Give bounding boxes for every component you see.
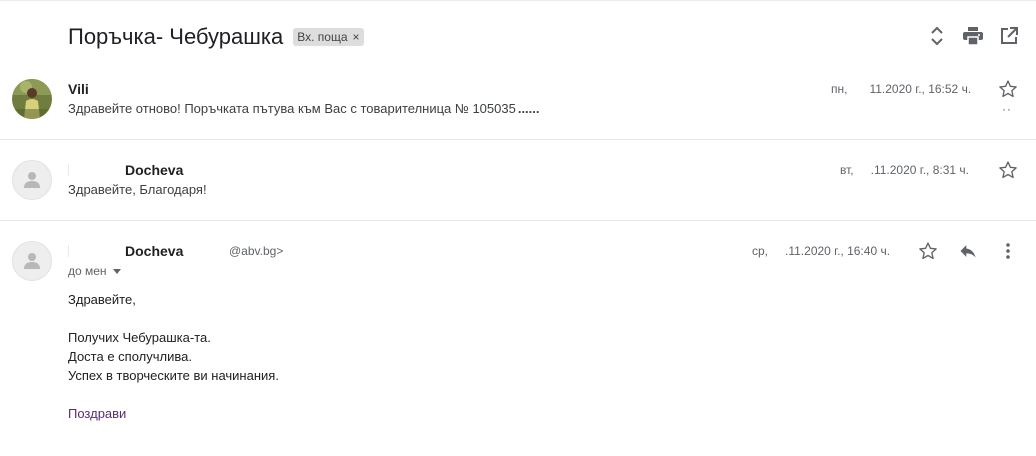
message-datetime: .11.2020 г., 16:40 ч. [785,244,891,258]
to-me-label: до мен [68,264,107,278]
body-spacer [68,385,279,404]
sender-name: Vili [68,81,89,97]
thread-subject: Поръчка- Чебурашка [68,24,284,49]
message-day: вт, [840,163,854,177]
body-line: Доста е сполучлива. [68,349,192,364]
sender-name: Docheva [125,243,184,259]
print-icon[interactable] [962,24,984,48]
message-datetime: 11.2020 г., 16:52 ч. [869,82,972,96]
body-line: Успех в творческите ви начинания. [68,368,279,383]
message-date: вт, .11.2020 г., 8:31 ч. [840,163,969,177]
redacted-mark [68,164,69,176]
redacted-mark [68,245,69,257]
expand-collapse-icon[interactable] [926,24,948,48]
message-day: ср, [752,244,769,258]
message-snippet: Здравейте отново! Поръчката пътува към В… [68,101,540,116]
avatar [12,160,52,200]
body-signature: Поздрави [68,406,127,421]
avatar [12,241,52,281]
more-dots-icon: ·· [1002,102,1012,116]
snippet-trail: ...... [517,101,540,116]
message-datetime: .11.2020 г., 8:31 ч. [870,163,969,177]
message-date: пн, 11.2020 г., 16:52 ч. [831,82,971,96]
more-options-icon[interactable] [998,241,1018,261]
message-date: ср, .11.2020 г., 16:40 ч. [752,244,890,258]
snippet-text: Здравейте отново! Поръчката пътува към В… [68,101,516,116]
avatar [12,79,52,119]
inbox-label-text: Вх. поща [297,30,348,44]
message-body: Здравейте, Получих Чебурашка-та. Доста е… [68,290,279,423]
star-icon[interactable] [918,241,938,261]
reply-icon[interactable] [958,241,978,261]
body-spacer [68,309,279,328]
thread-toolbar [926,24,1020,48]
star-icon[interactable] [998,79,1018,99]
body-greeting: Здравейте, [68,292,136,307]
to-me-dropdown[interactable]: до мен [68,264,121,278]
subject-row: Поръчка- Чебурашка Вх. поща × [68,22,364,52]
open-new-window-icon[interactable] [998,24,1020,48]
top-border [0,0,1036,1]
message-snippet: Здравейте, Благодаря! [68,182,207,197]
chevron-down-icon [112,268,121,274]
message-divider [0,220,1036,221]
sender-email: @abv.bg> [229,244,284,258]
remove-label-icon[interactable]: × [353,30,360,44]
message-divider [0,139,1036,140]
star-icon[interactable] [998,160,1018,180]
body-line: Получих Чебурашка-та. [68,330,211,345]
inbox-label-chip[interactable]: Вх. поща × [293,28,364,46]
message-day: пн, [831,82,848,96]
sender-name: Docheva [125,162,184,178]
